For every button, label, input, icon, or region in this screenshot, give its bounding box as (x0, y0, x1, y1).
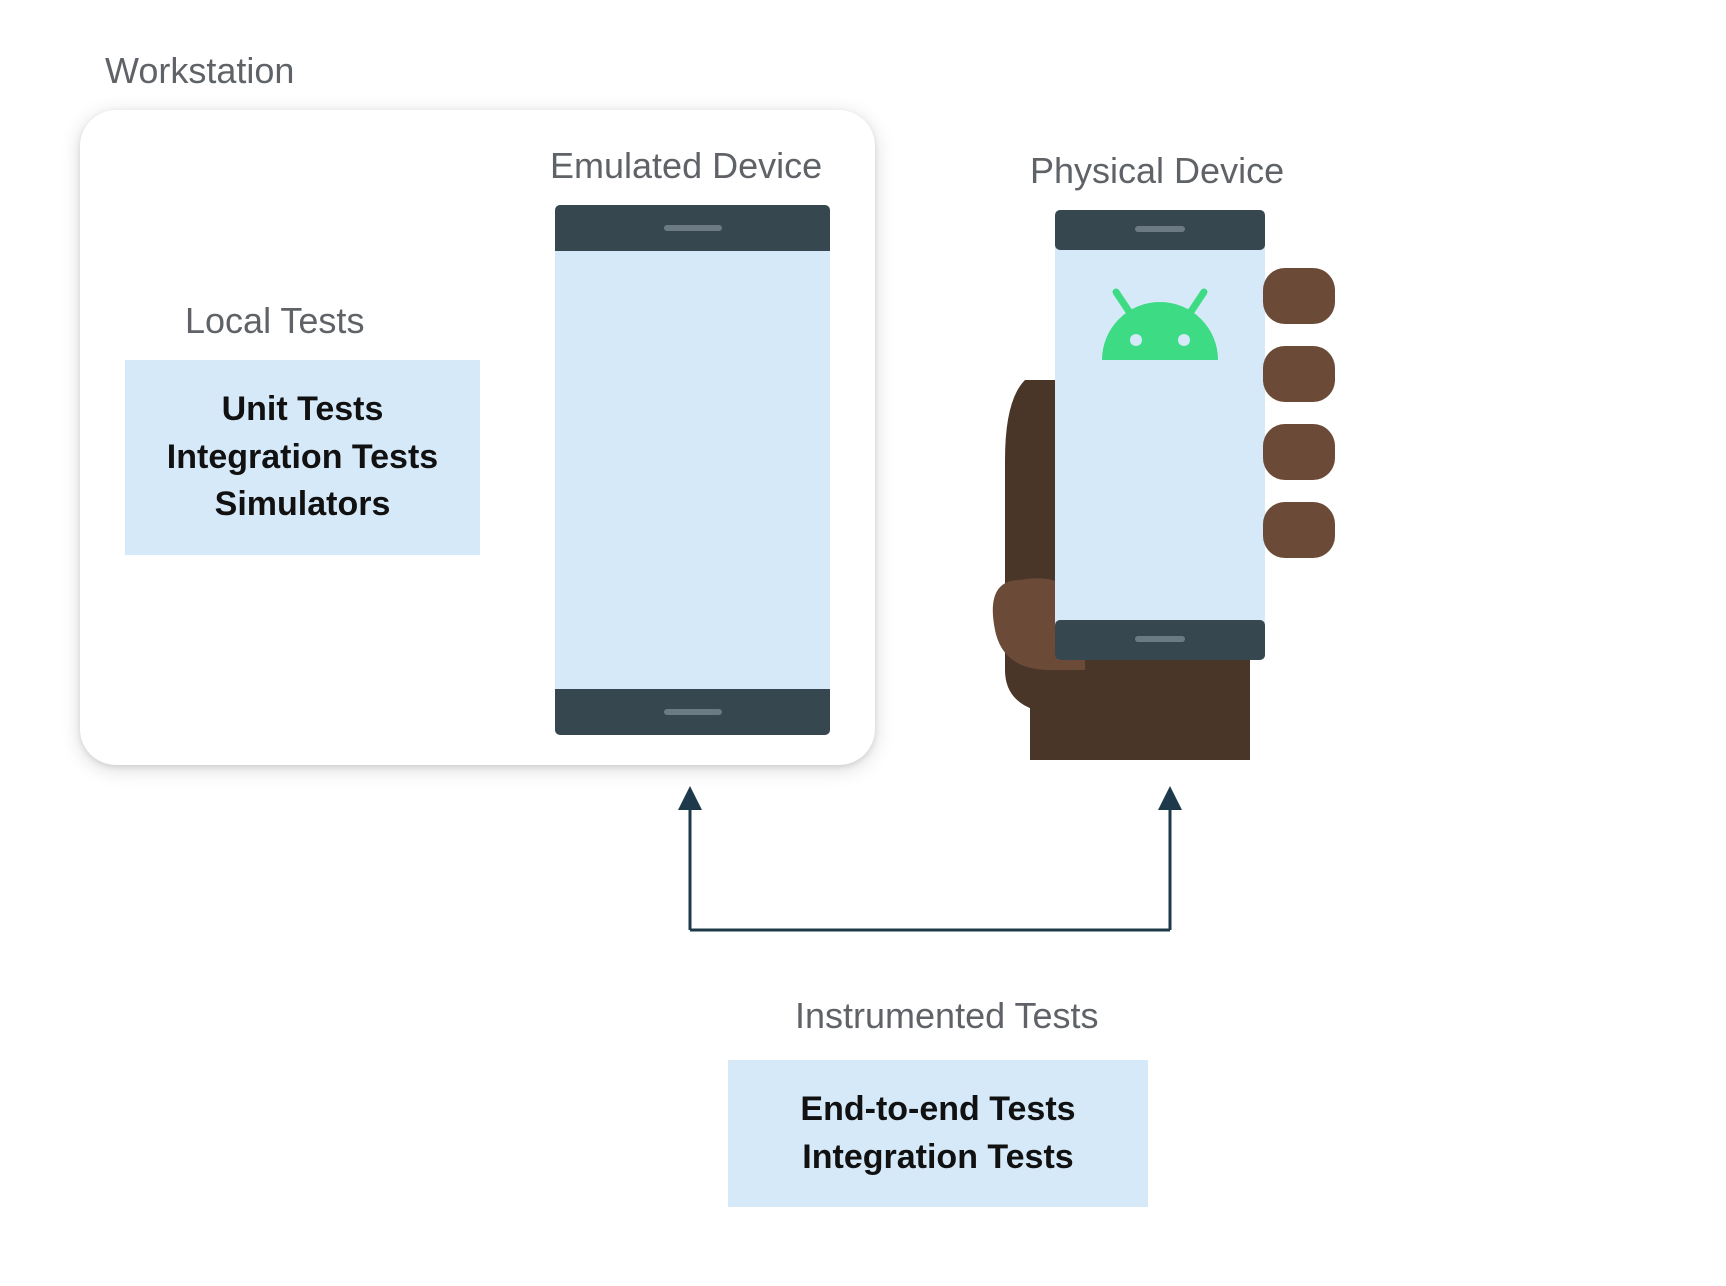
local-tests-line: Unit Tests (159, 386, 446, 434)
workstation-card: Local Tests Unit Tests Integration Tests… (80, 110, 875, 765)
emulated-device-phone (555, 205, 830, 735)
local-tests-box: Unit Tests Integration Tests Simulators (125, 360, 480, 555)
local-tests-heading: Local Tests (185, 300, 364, 342)
phone-speaker-icon (664, 225, 722, 231)
hand-holding-phone-icon (975, 200, 1355, 760)
instrumented-tests-box: End-to-end Tests Integration Tests (728, 1060, 1148, 1207)
instrumented-tests-heading: Instrumented Tests (795, 995, 1099, 1037)
local-tests-line: Integration Tests (159, 434, 446, 482)
connector-arrows (670, 780, 1190, 950)
phone-speaker-icon (664, 709, 722, 715)
workstation-label: Workstation (105, 50, 294, 92)
physical-device-label: Physical Device (1030, 150, 1284, 192)
instrumented-tests-line: End-to-end Tests (762, 1086, 1114, 1134)
emulated-device-label: Emulated Device (550, 145, 822, 187)
local-tests-line: Simulators (159, 481, 446, 529)
instrumented-tests-line: Integration Tests (762, 1134, 1114, 1182)
